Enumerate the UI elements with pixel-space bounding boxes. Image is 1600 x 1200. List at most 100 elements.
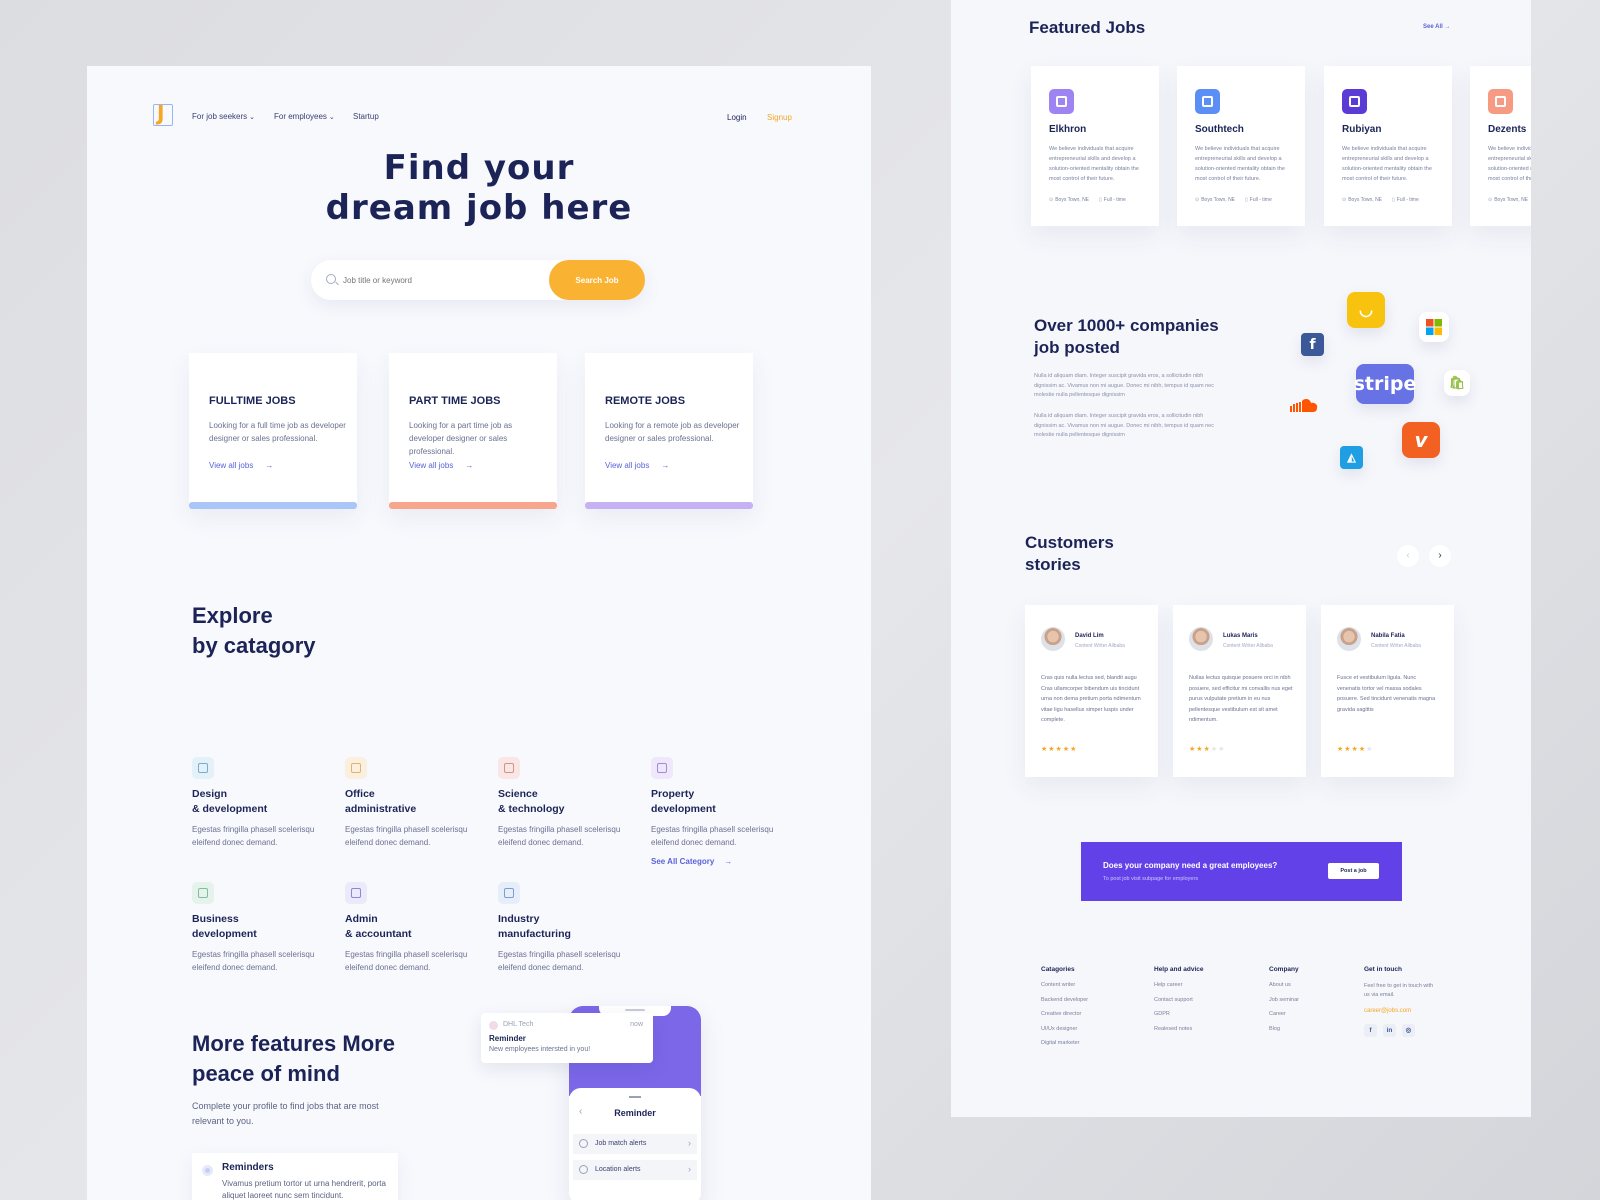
stories-next-button[interactable]: › <box>1429 545 1451 567</box>
job-type: Full - time <box>1249 197 1272 203</box>
featured-job-card[interactable]: Rubiyan We believe individuals that acqui… <box>1324 66 1452 226</box>
category-name: Office administrative <box>345 787 485 817</box>
nav-employees[interactable]: For employees ⌄ <box>274 112 335 121</box>
view-all-jobs-link[interactable]: View all jobs → <box>209 461 273 470</box>
category-item[interactable]: Admin & accountant Egestas fringilla phase… <box>345 882 485 974</box>
job-type-card: REMOTE JOBS Looking for a remote job as d… <box>585 353 753 509</box>
company-logo-icon <box>1342 89 1367 114</box>
footer-link[interactable]: Job seminar <box>1269 997 1299 1012</box>
featured-see-all-link[interactable]: See All → <box>1423 24 1450 30</box>
job-type-card: PART TIME JOBS Looking for a part time jo… <box>389 353 557 509</box>
windows-glyph <box>1426 319 1442 335</box>
footer-link[interactable]: GDPR <box>1154 1011 1204 1026</box>
see-all-category-link[interactable]: See All Category → <box>651 857 732 866</box>
footer-link[interactable]: Digital marketer <box>1041 1040 1088 1055</box>
footer-link[interactable]: Contact support <box>1154 997 1204 1012</box>
factory-icon-glyph <box>504 888 514 898</box>
stories-prev-button[interactable]: ‹ <box>1397 545 1419 567</box>
footer-email-link[interactable]: career@jobs.com <box>1364 1008 1438 1014</box>
companies-title-line2: job posted <box>1034 338 1120 357</box>
footer-contact-text: Feel free to get in touch with us via em… <box>1364 983 1434 998</box>
category-name-line2: administrative <box>345 803 417 815</box>
cta-subtitle: To post job visit subpage for employers <box>1103 876 1199 882</box>
login-link[interactable]: Login <box>727 113 747 122</box>
star-filled-icon: ★★★ <box>1189 746 1211 753</box>
category-name: Design & development <box>192 787 332 817</box>
facebook-icon[interactable]: f <box>1364 1024 1377 1037</box>
customer-role: Content Writer Alibaba <box>1371 643 1421 649</box>
company-description: We believe individuals that acquire entr… <box>1049 146 1139 182</box>
footer-link[interactable]: Blog <box>1269 1026 1299 1041</box>
category-name-line1: Admin <box>345 913 378 925</box>
post-a-job-button[interactable]: Post a job <box>1328 863 1379 879</box>
app-icon <box>489 1021 498 1030</box>
file-icon: ▯ <box>1099 197 1102 203</box>
arrow-right-icon: → <box>724 857 733 866</box>
customer-story-card: Lukas Maris Content Writer Alibaba Nullas … <box>1173 605 1306 777</box>
brand-logo[interactable]: J <box>153 101 173 126</box>
featured-job-card[interactable]: Dezents We believe individuals that acqui… <box>1470 66 1531 226</box>
nav-startup[interactable]: Startup <box>353 112 379 121</box>
view-all-jobs-label: View all jobs <box>209 461 254 470</box>
stories-title-line2: stories <box>1025 555 1081 574</box>
category-item[interactable]: Property development Egestas fringilla pha… <box>651 757 791 849</box>
nav-job-seekers[interactable]: For job seekers ⌄ <box>192 112 255 121</box>
map-icon-glyph <box>198 763 208 773</box>
hero-title: Find your dream job here <box>87 148 871 228</box>
star-rating: ★★★★★ <box>1041 745 1077 753</box>
signup-link[interactable]: Signup <box>767 113 792 122</box>
category-description: Egestas fringilla phasell scelerisqu ele… <box>498 950 621 972</box>
footer-link[interactable]: Help career <box>1154 982 1204 997</box>
footer-link[interactable]: Creative director <box>1041 1011 1088 1026</box>
search-job-button[interactable]: Search Job <box>549 260 645 300</box>
featured-jobs-title: Featured Jobs <box>1029 18 1146 37</box>
category-item[interactable]: Office administrative Egestas fringilla ph… <box>345 757 485 849</box>
reminders-description: Vivamus pretium tortor ut urna hendrerit… <box>222 1179 386 1200</box>
building-icon <box>345 757 367 779</box>
card-accent-bar <box>189 502 357 509</box>
linkedin-icon[interactable]: in <box>1383 1024 1396 1037</box>
location-alerts-row[interactable]: Location alerts › <box>573 1160 697 1180</box>
category-name-line2: & technology <box>498 803 565 815</box>
job-meta: ⊙Boys Town, NE▯Full - time <box>1342 197 1419 203</box>
category-item[interactable]: Industry manufacturing Egestas fringilla p… <box>498 882 638 974</box>
job-search-input[interactable] <box>343 272 533 288</box>
category-item[interactable]: Business development Egestas fringilla pha… <box>192 882 332 974</box>
featured-job-card[interactable]: Southtech We believe individuals that acq… <box>1177 66 1305 226</box>
view-all-jobs-link[interactable]: View all jobs → <box>409 461 473 470</box>
star-filled-icon: ★★★★ <box>1337 746 1367 753</box>
category-description: Egestas fringilla phasell scelerisqu ele… <box>498 825 621 847</box>
search-icon <box>326 274 336 284</box>
view-all-jobs-link[interactable]: View all jobs → <box>605 461 669 470</box>
category-name-line1: Office <box>345 788 375 800</box>
footer-link[interactable]: About us <box>1269 982 1299 997</box>
category-name-line1: Design <box>192 788 228 800</box>
job-meta: ⊙Boys Town, NE▯Full - time <box>1195 197 1272 203</box>
footer-link[interactable]: Career <box>1269 1011 1299 1026</box>
category-name-line2: & development <box>192 803 268 815</box>
job-type: Full - time <box>1103 197 1126 203</box>
logo-letter: J <box>157 101 165 125</box>
category-item[interactable]: Design & development Egestas fringilla pha… <box>192 757 332 849</box>
featured-job-card[interactable]: Elkhron We believe individuals that acqui… <box>1031 66 1159 226</box>
arrow-right-icon: → <box>265 461 274 470</box>
footer-link[interactable]: UI/Ux designer <box>1041 1026 1088 1041</box>
explore-title-line1: Explore <box>192 603 273 628</box>
job-meta: ⊙Boys Town, NE▯Full - time <box>1488 197 1531 203</box>
category-item[interactable]: Science & technology Egestas fringilla pha… <box>498 757 638 849</box>
location-pin-icon <box>579 1165 588 1174</box>
job-match-alerts-row[interactable]: Job match alerts › <box>573 1134 697 1154</box>
job-type-card: FULLTIME JOBS Looking for a full time job… <box>189 353 357 509</box>
footer-link[interactable]: Realesed notes <box>1154 1026 1204 1041</box>
footer-link[interactable]: Content writer <box>1041 982 1088 997</box>
location-pin-icon: ⊙ <box>1195 197 1200 203</box>
briefcase-icon <box>192 882 214 904</box>
customer-name: Nabila Fatia <box>1371 633 1405 639</box>
companies-title-line1: Over 1000+ companies <box>1034 316 1219 335</box>
story-text: Fusce et vestibulum ligula. Nunc venenat… <box>1337 675 1436 713</box>
category-name: Business development <box>192 912 332 942</box>
row-label: Location alerts <box>595 1166 641 1173</box>
footer-link[interactable]: Backend developer <box>1041 997 1088 1012</box>
instagram-icon[interactable]: ◎ <box>1402 1024 1415 1037</box>
notification-description: New employees intersted in you! <box>489 1046 591 1053</box>
